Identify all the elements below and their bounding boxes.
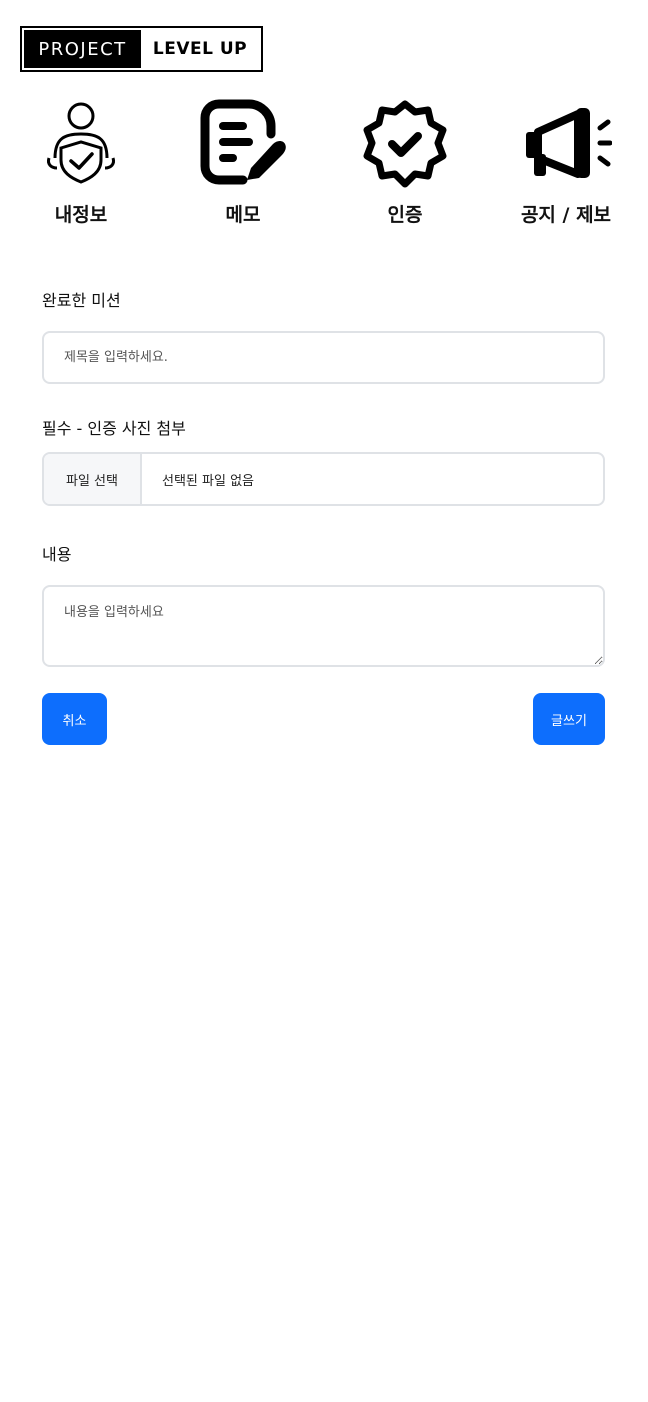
nav-item-memo[interactable]: 메모 bbox=[178, 98, 308, 228]
logo-levelup-text: LEVEL UP bbox=[152, 39, 248, 59]
cancel-button[interactable]: 취소 bbox=[42, 693, 107, 745]
section-title: 완료한 미션 bbox=[42, 291, 121, 310]
user-shield-icon bbox=[47, 102, 115, 184]
top-nav: 내정보 메모 인증 공지 / 제보 bbox=[0, 98, 648, 228]
nav-label-notice: 공지 / 제보 bbox=[520, 204, 612, 226]
megaphone-icon bbox=[526, 108, 612, 178]
file-select-button[interactable]: 파일 선택 bbox=[44, 454, 142, 504]
nav-label-memo: 메모 bbox=[225, 204, 261, 226]
memo-pencil-icon bbox=[200, 99, 286, 185]
content-label: 내용 bbox=[42, 545, 72, 564]
verified-badge-icon bbox=[363, 100, 447, 188]
submit-button[interactable]: 글쓰기 bbox=[533, 693, 605, 745]
nav-item-verify[interactable]: 인증 bbox=[340, 98, 470, 228]
nav-label-verify: 인증 bbox=[387, 204, 423, 226]
nav-item-notice[interactable]: 공지 / 제보 bbox=[501, 98, 631, 228]
nav-label-my-info: 내정보 bbox=[54, 204, 108, 226]
file-status-text: 선택된 파일 없음 bbox=[162, 473, 254, 489]
file-label: 필수 - 인증 사진 첨부 bbox=[42, 419, 186, 438]
content-textarea[interactable] bbox=[42, 585, 605, 667]
file-input[interactable]: 파일 선택 선택된 파일 없음 bbox=[42, 452, 605, 506]
app-logo[interactable]: PROJECT LEVEL UP bbox=[20, 26, 263, 72]
logo-project-text: PROJECT bbox=[24, 30, 141, 68]
nav-item-my-info[interactable]: 내정보 bbox=[16, 98, 146, 228]
title-input[interactable] bbox=[42, 331, 605, 384]
